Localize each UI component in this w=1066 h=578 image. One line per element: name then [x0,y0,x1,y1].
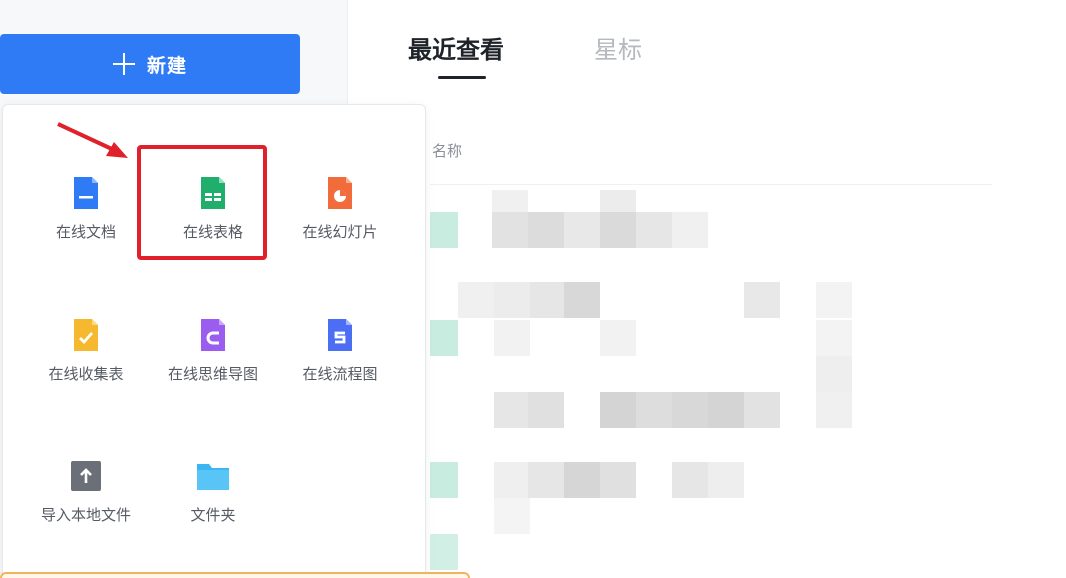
blurred-block [600,392,636,428]
menu-item-online-slides[interactable]: 在线幻灯片 [275,175,405,242]
blurred-block [430,212,458,248]
menu-item-label: 在线幻灯片 [302,223,378,241]
menu-item-label: 在线收集表 [48,365,124,383]
blurred-block [494,392,530,428]
red-arrow-icon [57,122,128,158]
plus-icon [112,53,135,75]
blurred-block [458,282,494,318]
blurred-block [744,392,780,428]
blurred-block [564,212,600,248]
folder-icon [197,464,229,490]
menu-item-label: 在线文档 [55,223,116,241]
new-button[interactable]: 新建 [0,34,300,94]
blurred-block [816,320,852,356]
blurred-block [672,212,708,248]
doc-icon [74,177,98,209]
bottom-notice-bar [0,572,470,578]
blurred-block [494,498,530,534]
flowchart-icon [328,319,352,351]
menu-item-label: 文件夹 [190,506,236,524]
blurred-block [708,462,744,498]
blurred-block [494,462,530,498]
upload-icon [71,461,101,491]
menu-item-label: 在线流程图 [302,365,378,383]
new-button-label: 新建 [146,54,187,77]
highlight-box [137,145,267,260]
blurred-block [430,534,458,570]
blurred-block [636,392,672,428]
menu-item-import-local-file[interactable]: 导入本地文件 [21,458,151,525]
blurred-block [528,392,564,428]
blurred-block [494,320,530,356]
blurred-block [430,320,458,356]
blurred-block [564,282,600,318]
menu-item-online-mindmap[interactable]: 在线思维导图 [148,317,278,384]
main-tabs: 最近查看 星标 [408,30,642,80]
menu-item-label: 导入本地文件 [40,506,131,524]
menu-item-online-doc[interactable]: 在线文档 [21,175,151,242]
menu-item-folder[interactable]: 文件夹 [148,458,278,525]
mindmap-icon [201,319,225,351]
blurred-block [600,212,636,248]
menu-item-label: 在线思维导图 [167,365,258,383]
blurred-block [494,282,530,318]
blurred-block [636,212,672,248]
blurred-block [672,462,708,498]
slides-icon [328,177,352,209]
blurred-block [744,282,780,318]
blurred-block [816,356,852,392]
blurred-block [600,320,636,356]
blurred-block [528,462,564,498]
blurred-block [708,392,744,428]
blurred-block [430,462,458,498]
column-header-name: 名称 [432,142,463,160]
blurred-block [528,212,564,248]
tab-recent[interactable]: 最近查看 [408,30,504,80]
blurred-block [530,282,566,318]
blurred-block [816,282,852,318]
blurred-block [816,392,852,428]
menu-item-online-form[interactable]: 在线收集表 [21,317,151,384]
tab-starred[interactable]: 星标 [594,30,642,80]
blurred-block [672,392,708,428]
list-divider [430,184,992,185]
form-icon [74,319,98,351]
blurred-block [600,462,636,498]
blurred-block [492,212,528,248]
blurred-block [564,462,600,498]
menu-item-online-flowchart[interactable]: 在线流程图 [275,317,405,384]
